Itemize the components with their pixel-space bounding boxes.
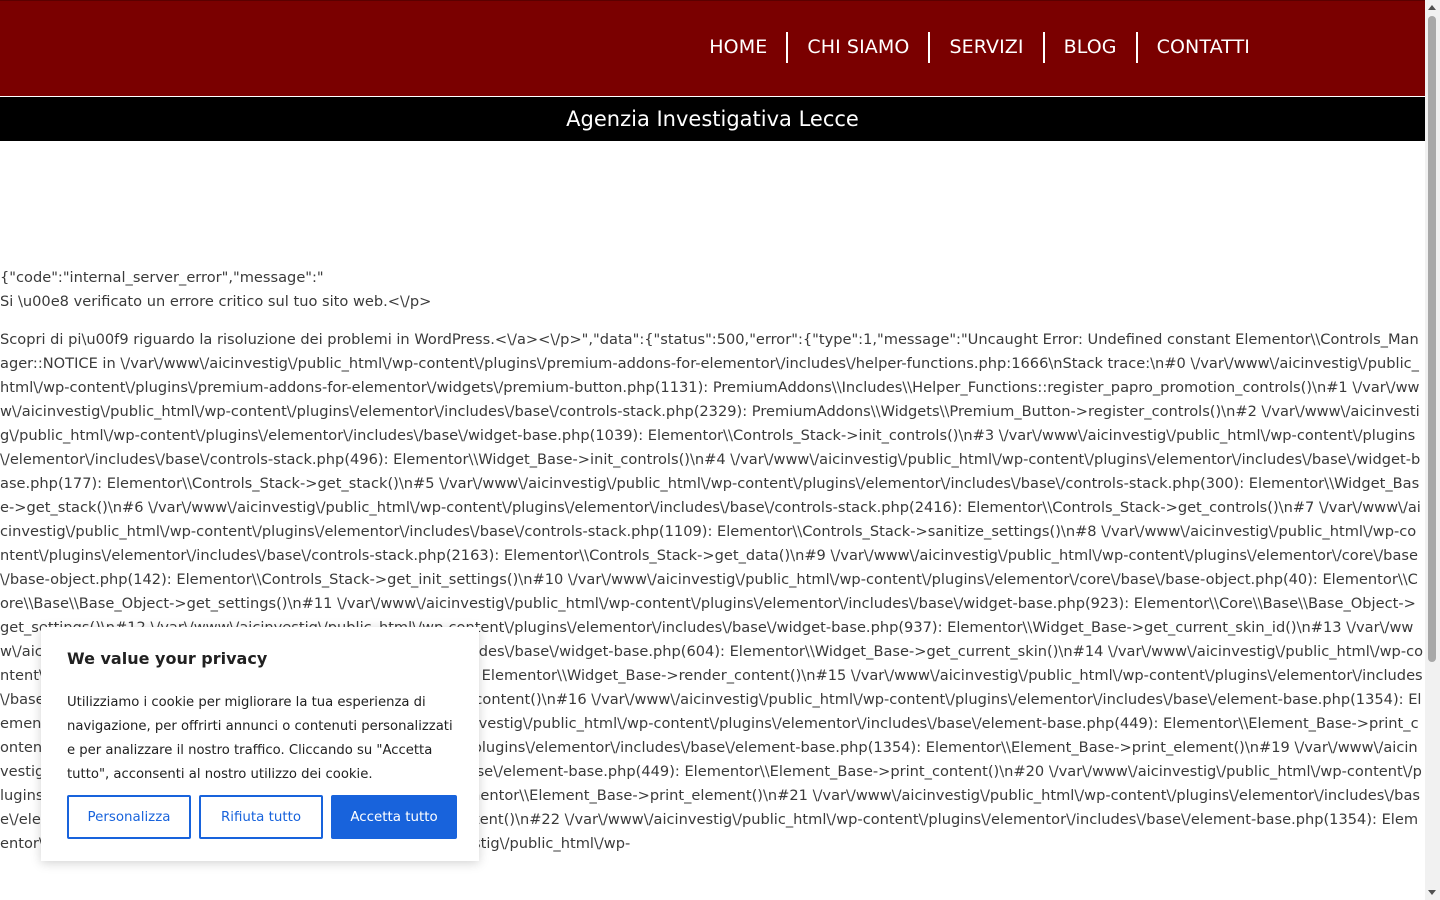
accept-all-button[interactable]: Accetta tutto bbox=[331, 795, 457, 839]
nav-item-chi-siamo[interactable]: CHI SIAMO bbox=[788, 32, 928, 63]
cookie-banner-description: Utilizziamo i cookie per migliorare la t… bbox=[67, 695, 453, 782]
site-header: HOME CHI SIAMO SERVIZI BLOG CONTATTI bbox=[0, 0, 1425, 96]
site-title: Agenzia Investigativa Lecce bbox=[566, 107, 859, 131]
nav-item-blog[interactable]: BLOG bbox=[1045, 32, 1136, 63]
nav-item-contatti[interactable]: CONTATTI bbox=[1138, 32, 1269, 63]
site-title-bar: Agenzia Investigativa Lecce bbox=[0, 97, 1425, 141]
reject-all-button[interactable]: Rifiuta tutto bbox=[199, 795, 323, 839]
cookie-banner-actions: Personalizza Rifiuta tutto Accetta tutto bbox=[67, 795, 457, 839]
error-line: Si \u00e8 verificato un errore critico s… bbox=[0, 293, 432, 310]
scroll-down-arrow-icon[interactable] bbox=[1428, 890, 1436, 895]
main-nav: HOME CHI SIAMO SERVIZI BLOG CONTATTI bbox=[690, 32, 1269, 63]
cookie-banner-title: We value your privacy bbox=[67, 649, 268, 668]
nav-item-servizi[interactable]: SERVIZI bbox=[930, 32, 1042, 63]
page-scrollbar[interactable] bbox=[1425, 0, 1440, 900]
error-line: {"code":"internal_server_error","message… bbox=[0, 269, 324, 286]
scroll-up-arrow-icon[interactable] bbox=[1428, 5, 1436, 10]
nav-item-home[interactable]: HOME bbox=[690, 32, 786, 63]
scrollbar-thumb[interactable] bbox=[1428, 16, 1436, 662]
customize-button[interactable]: Personalizza bbox=[67, 795, 191, 839]
cookie-consent-banner: We value your privacy Utilizziamo i cook… bbox=[41, 627, 479, 861]
